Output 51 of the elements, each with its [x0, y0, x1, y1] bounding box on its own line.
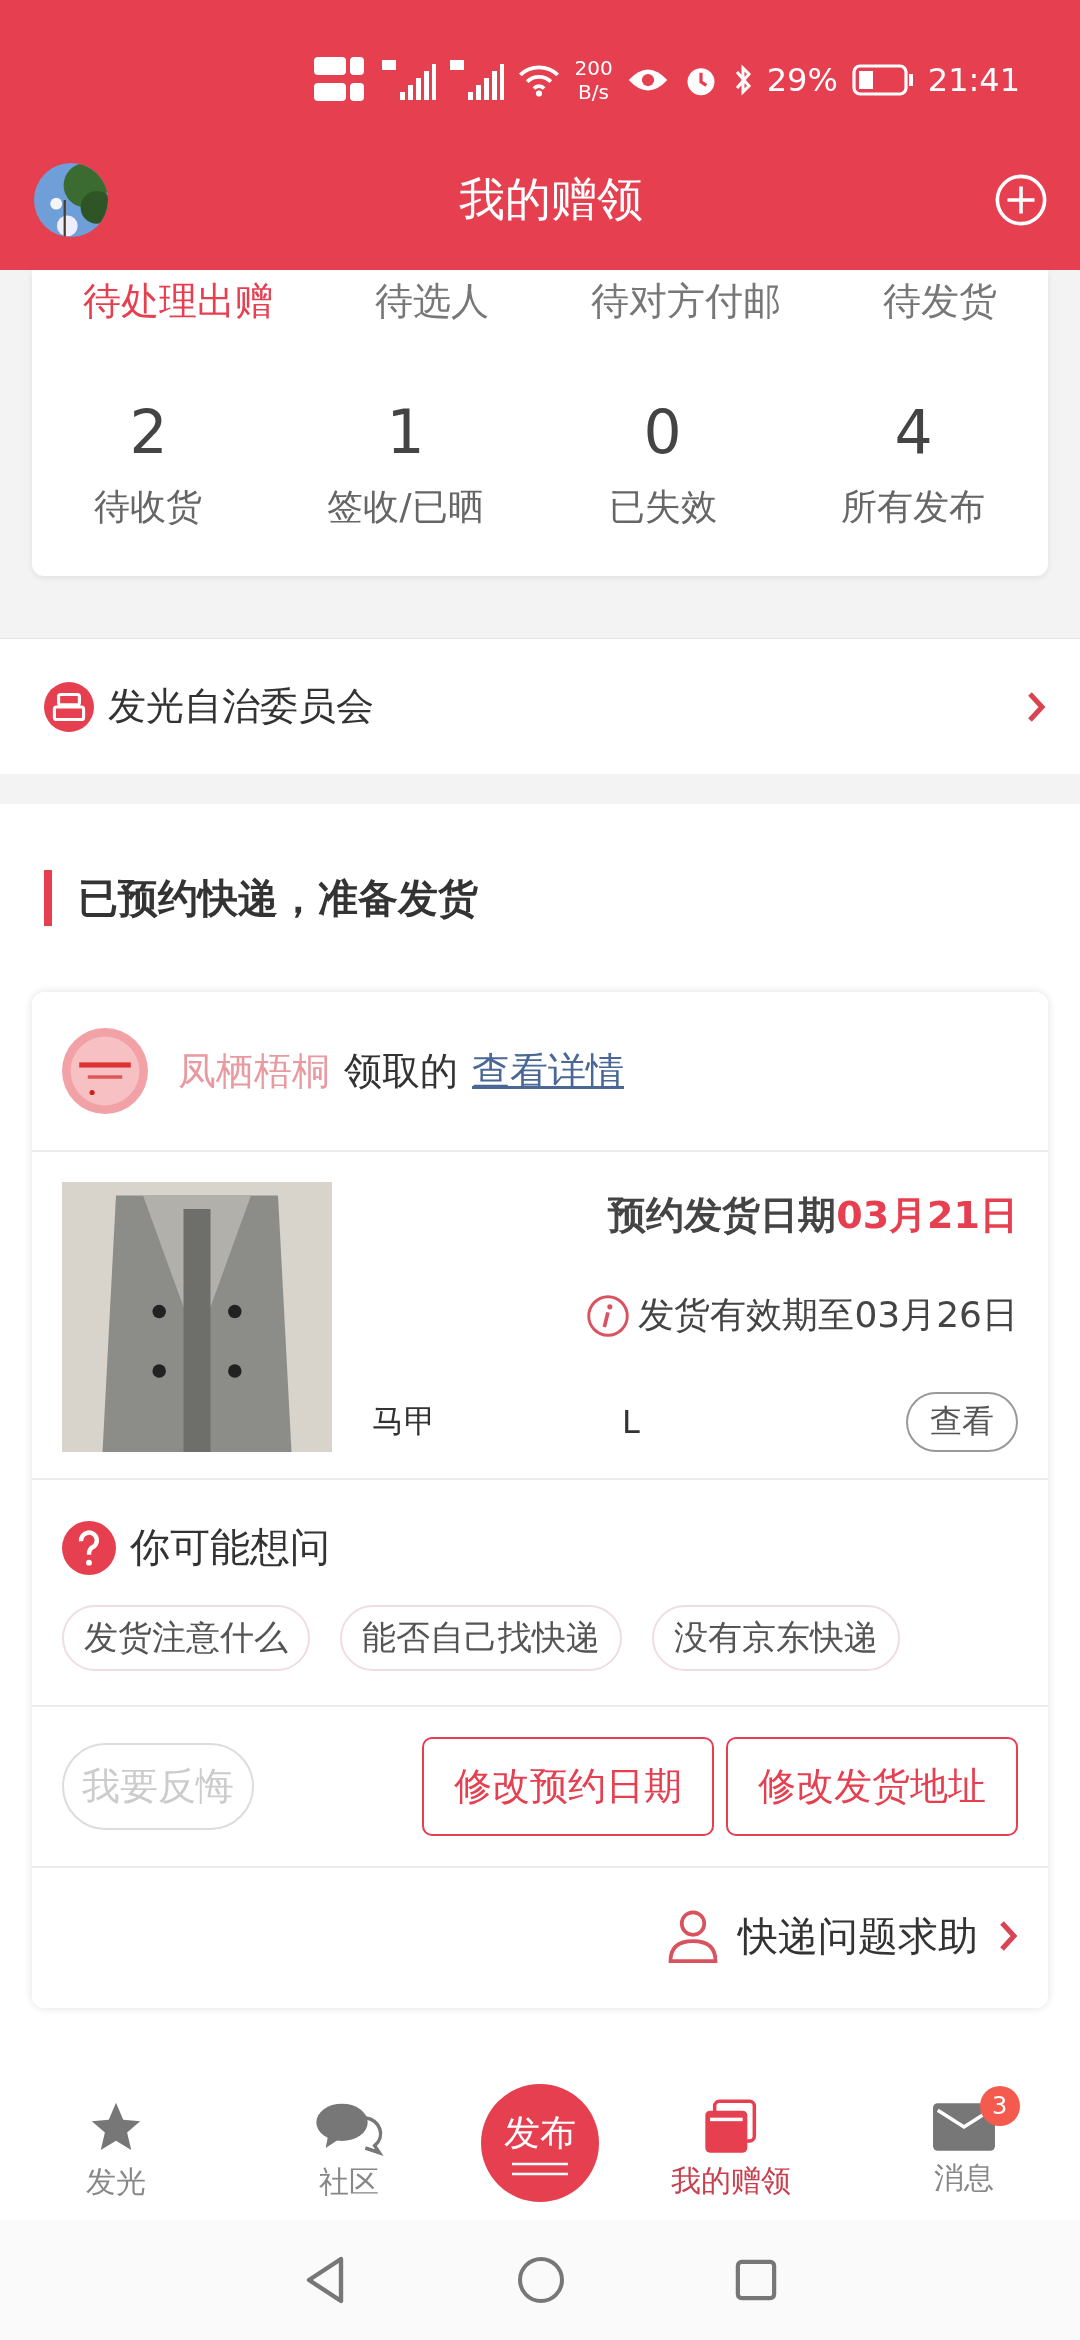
signal-icon: [450, 60, 505, 100]
stat-label: 所有发布: [841, 485, 986, 529]
chevron-right-icon: [998, 1919, 1018, 1953]
status-tab[interactable]: 待发货: [883, 276, 997, 327]
nav-tab[interactable]: 消息 3: [863, 2085, 1064, 2200]
help-link[interactable]: 快递问题求助: [738, 1908, 978, 1964]
item-name: 马甲: [372, 1401, 437, 1442]
status-tab[interactable]: 待处理出赠: [83, 276, 273, 327]
stat-count: 2: [129, 397, 168, 467]
committee-icon: [44, 681, 94, 732]
stat-count: 0: [643, 397, 682, 467]
nav-tab[interactable]: 发光: [16, 2081, 217, 2204]
unread-badge: 3: [979, 2085, 1020, 2126]
wifi-icon: [518, 63, 561, 97]
item-size: L: [622, 1403, 641, 1441]
nav-tab[interactable]: 社区: [248, 2081, 449, 2204]
action-text: 领取的: [344, 1047, 458, 1095]
valid-until: 发货有效期至03月26日: [638, 1293, 1018, 1337]
recents-icon[interactable]: [735, 2259, 777, 2301]
signal-icon: [382, 60, 437, 100]
question-chip[interactable]: 能否自己找快递: [340, 1605, 622, 1671]
stat-count: 4: [894, 397, 933, 467]
network-speed: 200 B/s: [574, 56, 613, 104]
details-link[interactable]: 查看详情: [472, 1045, 624, 1097]
receiver-name: 凤栖梧桐: [178, 1047, 330, 1095]
faq-title: 你可能想问: [130, 1523, 330, 1572]
page-title: 我的赠领: [459, 171, 643, 228]
publish-button[interactable]: 发布: [480, 2083, 599, 2202]
status-tab[interactable]: 待对方付邮: [591, 276, 781, 327]
stat-label: 签收/已晒: [327, 485, 484, 529]
stat-label: 已失效: [608, 485, 717, 529]
question-chip[interactable]: 发货注意什么: [62, 1605, 310, 1671]
section-title: 已预约快递，准备发货: [44, 870, 1080, 926]
view-button[interactable]: 查看: [906, 1392, 1018, 1452]
person-icon: [668, 1908, 718, 1964]
mail-icon: [932, 2101, 995, 2152]
ship-date: 预约发货日期03月21日: [608, 1192, 1018, 1239]
stat-label: 待收货: [94, 485, 203, 529]
stat-count: 1: [386, 397, 425, 467]
home-icon[interactable]: [517, 2256, 565, 2304]
question-chip[interactable]: 没有京东快递: [652, 1605, 900, 1671]
battery-percent: 29%: [766, 61, 838, 99]
nav-tab[interactable]: 我的赠领: [631, 2082, 832, 2203]
info-icon: [586, 1293, 631, 1338]
add-icon[interactable]: [994, 173, 1048, 227]
battery-icon: [851, 64, 914, 96]
action-button[interactable]: 修改发货地址: [726, 1737, 1018, 1836]
action-button[interactable]: 修改预约日期: [422, 1737, 714, 1836]
status-tab[interactable]: 待选人: [375, 276, 489, 327]
clock: 21:41: [927, 61, 1020, 99]
question-icon: [62, 1520, 116, 1575]
